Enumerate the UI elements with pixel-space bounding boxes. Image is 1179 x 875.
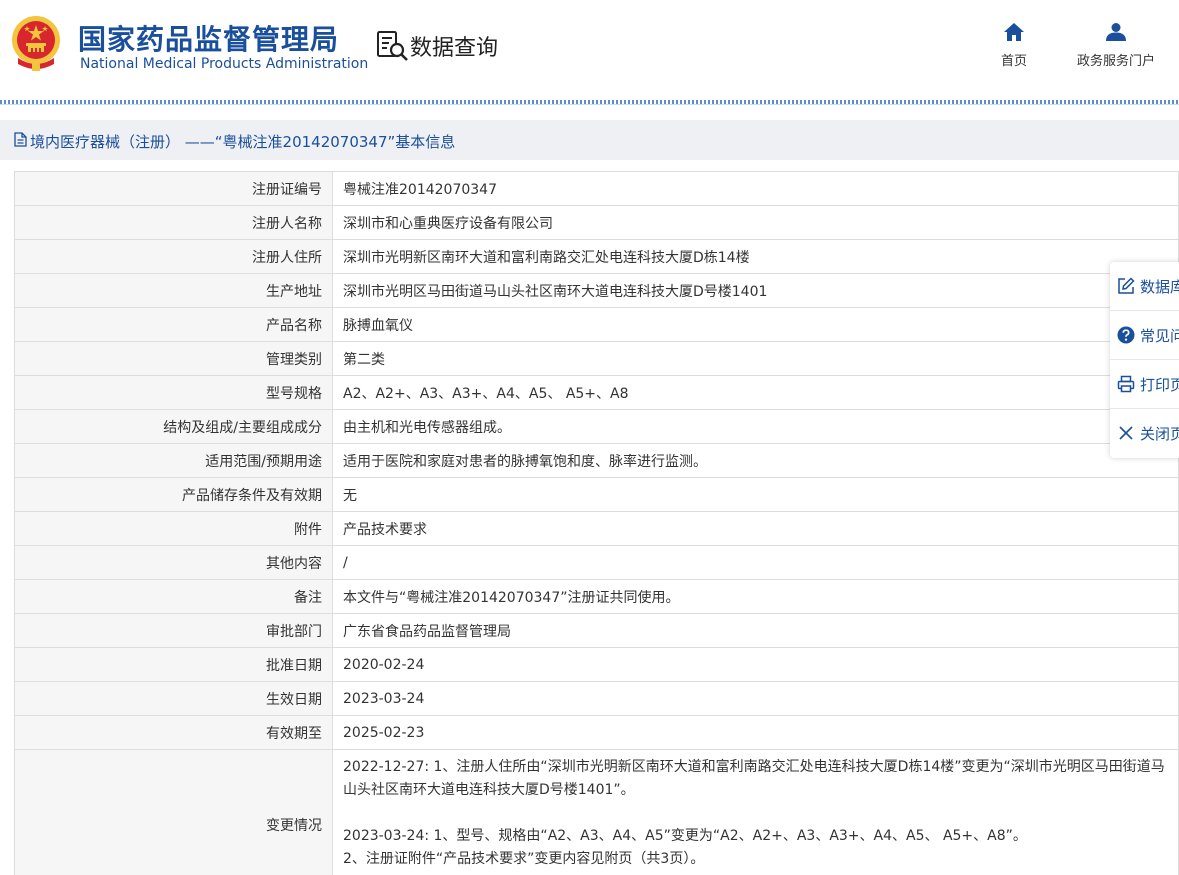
data-query-icon: [377, 31, 408, 61]
side-toolbar: 数据库 常见问 打印页 关闭页: [1110, 262, 1179, 458]
table-row: 附件 产品技术要求: [14, 511, 1179, 546]
field-label: 批准日期: [14, 647, 333, 682]
nav-home-link[interactable]: 首页: [986, 22, 1042, 69]
table-row: 批准日期 2020-02-24: [14, 647, 1179, 682]
edit-icon: [1118, 277, 1135, 294]
field-value: /: [332, 545, 1179, 580]
field-value: 产品技术要求: [332, 511, 1179, 546]
table-row: 备注 本文件与“粤械注准20142070347”注册证共同使用。: [14, 579, 1179, 614]
field-label: 生效日期: [14, 681, 333, 716]
org-name-cn: 国家药品监督管理局: [78, 23, 340, 56]
table-row: 适用范围/预期用途 适用于医院和家庭对患者的脉搏氧饱和度、脉率进行监测。: [14, 443, 1179, 478]
nav-home-label: 首页: [1000, 54, 1027, 69]
table-row: 注册人住所 深圳市光明新区南环大道和富利南路交汇处电连科技大厦D栋14楼: [14, 239, 1179, 274]
nav-service-portal-label: 政务服务门户: [1076, 54, 1155, 69]
side-tool-label: 常见问: [1140, 327, 1179, 345]
field-label: 备注: [14, 579, 333, 614]
field-label: 生产地址: [14, 273, 333, 308]
field-label: 产品储存条件及有效期: [14, 477, 333, 512]
field-value: 由主机和光电传感器组成。: [332, 409, 1179, 444]
table-row: 其他内容 /: [14, 545, 1179, 580]
user-icon: [1106, 23, 1126, 41]
field-label: 适用范围/预期用途: [14, 443, 333, 478]
field-label: 注册证编号: [14, 171, 333, 206]
side-tool-database[interactable]: 数据库: [1110, 262, 1179, 311]
change-history-value: 2022-12-27: 1、注册人住所由“深圳市光明新区南环大道和富利南路交汇处…: [332, 749, 1179, 875]
org-name-en: National Medical Products Administration: [80, 56, 369, 72]
field-value: 无: [332, 477, 1179, 512]
table-row: 产品名称 脉搏血氧仪: [14, 307, 1179, 342]
field-value: 粤械注准20142070347: [332, 171, 1179, 206]
field-label: 结构及组成/主要组成成分: [14, 409, 333, 444]
table-row: 管理类别 第二类: [14, 341, 1179, 376]
side-tool-label: 打印页: [1140, 376, 1179, 394]
field-label: 注册人名称: [14, 205, 333, 240]
side-tool-print[interactable]: 打印页: [1110, 360, 1179, 409]
change-entry: 2022-12-27: 1、注册人住所由“深圳市光明新区南环大道和富利南路交汇处…: [343, 759, 1165, 798]
field-value: A2、A2+、A3、A3+、A4、A5、 A5+、A8: [332, 375, 1179, 410]
page-title: 境内医疗器械（注册） ——“粤械注准20142070347”基本信息: [30, 133, 456, 151]
nav-service-portal-link[interactable]: 政务服务门户: [1066, 22, 1166, 69]
table-row: 有效期至 2025-02-23: [14, 715, 1179, 750]
field-label: 有效期至: [14, 715, 333, 750]
table-row: 注册证编号 粤械注准20142070347: [14, 171, 1179, 206]
field-value: 第二类: [332, 341, 1179, 376]
printer-icon: [1117, 375, 1135, 393]
change-entry: 2023-03-24: 1、型号、规格由“A2、A3、A4、A5”变更为“A2、…: [343, 828, 1027, 844]
table-row: 产品储存条件及有效期无: [14, 477, 1179, 512]
home-icon: [1004, 23, 1024, 41]
question-icon: [1117, 326, 1135, 344]
field-label: 其他内容: [14, 545, 333, 580]
side-tool-label: 关闭页: [1140, 425, 1179, 443]
field-label: 注册人住所: [14, 239, 333, 274]
table-row: 型号规格 A2、A2+、A3、A3+、A4、A5、 A5+、A8: [14, 375, 1179, 410]
national-emblem-icon: [12, 16, 60, 71]
field-value: 2020-02-24: [332, 647, 1179, 682]
table-row-change-history: 变更情况 2022-12-27: 1、注册人住所由“深圳市光明新区南环大道和富利…: [14, 749, 1179, 875]
field-label: 管理类别: [14, 341, 333, 376]
field-label: 审批部门: [14, 613, 333, 648]
document-icon: [14, 132, 27, 147]
field-value: 深圳市和心重典医疗设备有限公司: [332, 205, 1179, 240]
field-value: 本文件与“粤械注准20142070347”注册证共同使用。: [332, 579, 1179, 614]
field-label: 产品名称: [14, 307, 333, 342]
section-title: 数据查询: [410, 36, 499, 61]
page-title-bar: 境内医疗器械（注册） ——“粤械注准20142070347”基本信息: [0, 120, 1179, 160]
field-value: 深圳市光明新区南环大道和富利南路交汇处电连科技大厦D栋14楼: [332, 239, 1179, 274]
field-value: 广东省食品药品监督管理局: [332, 613, 1179, 648]
field-label: 型号规格: [14, 375, 333, 410]
close-icon: [1119, 426, 1133, 440]
change-entry: 2、注册证附件“产品技术要求”变更内容见附页（共3页）。: [343, 851, 705, 867]
device-info-table: 注册证编号 粤械注准20142070347 注册人名称 深圳市和心重典医疗设备有限公…: [14, 171, 1179, 875]
table-row: 生产地址 深圳市光明区马田街道马山头社区南环大道电连科技大厦D号楼1401: [14, 273, 1179, 308]
field-label: 附件: [14, 511, 333, 546]
table-row: 结构及组成/主要组成成分 由主机和光电传感器组成。: [14, 409, 1179, 444]
field-value: 2025-02-23: [332, 715, 1179, 750]
field-value: 脉搏血氧仪: [332, 307, 1179, 342]
table-row: 注册人名称 深圳市和心重典医疗设备有限公司: [14, 205, 1179, 240]
side-tool-label: 数据库: [1140, 278, 1179, 296]
table-row: 审批部门 广东省食品药品监督管理局: [14, 613, 1179, 648]
site-header: 国家药品监督管理局 National Medical Products Admi…: [0, 0, 1179, 100]
field-value: 适用于医院和家庭对患者的脉搏氧饱和度、脉率进行监测。: [332, 443, 1179, 478]
side-tool-close[interactable]: 关闭页: [1110, 409, 1179, 458]
field-label: 变更情况: [14, 749, 333, 875]
header-divider-line: [0, 104, 1179, 105]
table-row: 生效日期 2023-03-24: [14, 681, 1179, 716]
side-tool-faq[interactable]: 常见问: [1110, 311, 1179, 360]
field-value: 2023-03-24: [332, 681, 1179, 716]
field-value: 深圳市光明区马田街道马山头社区南环大道电连科技大厦D号楼1401: [332, 273, 1179, 308]
